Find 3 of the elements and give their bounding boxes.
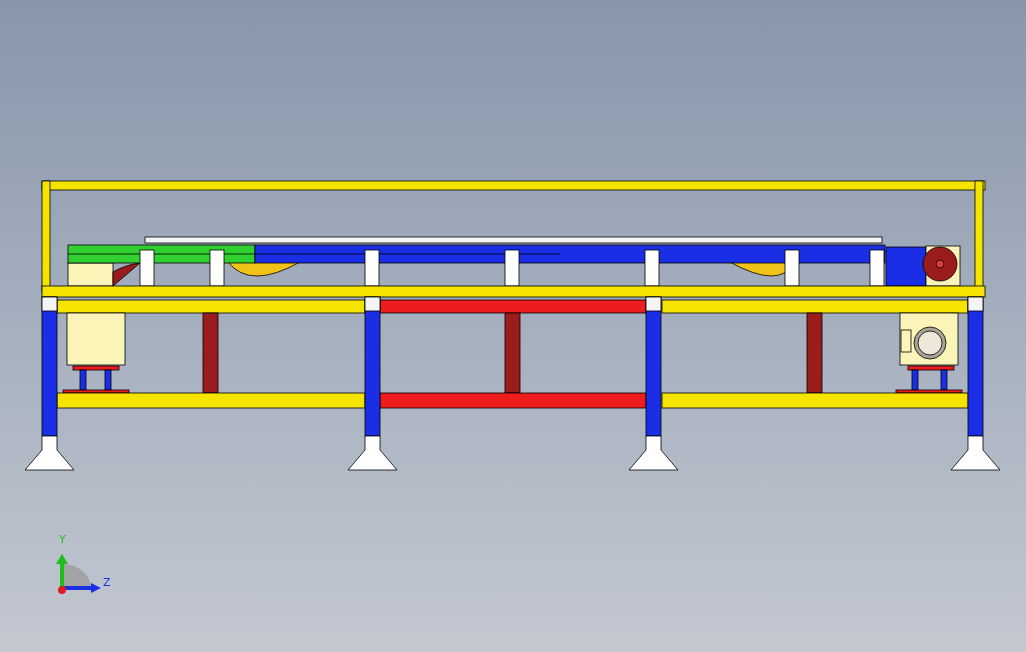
y-axis-label: Y [59, 534, 66, 546]
z-axis-label: Z [103, 577, 111, 589]
axis-triad-icon [56, 554, 101, 594]
